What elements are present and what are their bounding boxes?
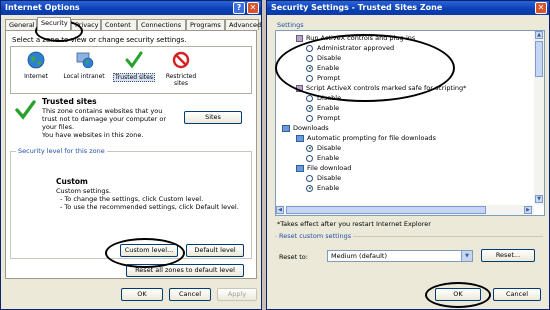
radio-option[interactable]: Enable xyxy=(306,103,339,113)
radio-unselected-icon[interactable] xyxy=(306,174,313,182)
scroll-up-icon[interactable]: ▲ xyxy=(535,31,543,39)
reset-group-label: Reset custom settings xyxy=(277,232,354,240)
radio-option[interactable]: Prompt xyxy=(306,113,340,123)
zone-local-intranet[interactable]: Local intranet xyxy=(61,51,107,89)
restart-note: *Takes effect after you restart Internet… xyxy=(277,220,431,228)
security-cancel-button[interactable]: Cancel xyxy=(493,288,541,301)
intranet-icon xyxy=(76,52,94,69)
scroll-down-icon[interactable]: ▼ xyxy=(535,195,543,203)
reset-to-select-value: Medium (default) xyxy=(331,252,387,260)
zone-title: Trusted sites xyxy=(42,97,97,106)
scroll-left-icon[interactable]: ◀ xyxy=(276,206,284,214)
reset-button[interactable]: Reset... xyxy=(481,249,535,262)
level-title: Custom xyxy=(56,177,88,186)
tab-connections[interactable]: Connections xyxy=(137,19,186,30)
horizontal-scroll-thumb[interactable] xyxy=(286,206,486,214)
setting-category-icon xyxy=(296,34,303,42)
sites-button[interactable]: Sites xyxy=(184,111,242,124)
close-icon[interactable]: ✕ xyxy=(535,2,547,14)
ok-button[interactable]: OK xyxy=(121,288,163,301)
internet-options-titlebar[interactable]: Internet Options ? ✕ xyxy=(1,1,261,15)
vertical-scroll-thumb[interactable] xyxy=(535,41,543,77)
radio-option[interactable]: Enable xyxy=(306,183,339,193)
default-level-button[interactable]: Default level xyxy=(186,244,244,257)
zone-desc-line-1: This zone contains websites that you xyxy=(42,107,163,115)
reset-to-label: Reset to: xyxy=(279,253,308,261)
download-setting-icon xyxy=(296,134,304,142)
reset-to-select[interactable]: Medium (default) ▼ xyxy=(327,250,473,262)
vertical-scrollbar[interactable]: ▲ ▼ xyxy=(534,31,544,205)
zone-restricted-sites-label: Restricted sites xyxy=(165,73,197,87)
zone-internet[interactable]: Internet xyxy=(19,51,53,89)
horizontal-scrollbar[interactable]: ◀ ▶ xyxy=(276,205,534,215)
level-desc-line-1: Custom settings. xyxy=(56,187,111,195)
tree-row-label: Downloads xyxy=(293,124,329,132)
radio-selected-icon[interactable] xyxy=(306,144,313,152)
tree-row-label: Disable xyxy=(317,174,342,182)
zone-desc-line-2: trust not to damage your computer or xyxy=(42,115,167,123)
tree-row-label: Automatic prompting for file downloads xyxy=(307,134,436,142)
tab-programs[interactable]: Programs xyxy=(186,19,225,30)
zone-restricted-sites[interactable]: Restricted sites xyxy=(161,51,201,89)
scroll-right-icon[interactable]: ▶ xyxy=(524,206,532,214)
tab-security[interactable]: Security xyxy=(37,17,71,30)
download-setting-icon xyxy=(296,164,304,172)
annotation-circle-custom-level xyxy=(105,238,185,268)
tab-general[interactable]: General xyxy=(5,19,37,30)
annotation-circle-ok-button xyxy=(425,282,491,308)
close-icon[interactable]: ✕ xyxy=(247,2,259,14)
tab-strip: General Security Privacy Content Connect… xyxy=(5,17,261,30)
level-group-label: Security level for this zone xyxy=(16,147,107,155)
zone-local-intranet-label: Local intranet xyxy=(63,73,105,80)
level-desc-line-3: - To use the recommended settings, click… xyxy=(60,203,239,211)
tree-row-label: File download xyxy=(307,164,352,172)
tree-row-label: Disable xyxy=(317,144,342,152)
tree-subcategory: Automatic prompting for file downloads xyxy=(296,133,436,143)
tab-content[interactable]: Content xyxy=(101,19,137,30)
zone-desc-line-4: You have websites in this zone. xyxy=(42,131,144,139)
apply-button[interactable]: Apply xyxy=(217,288,257,301)
globe-icon xyxy=(27,51,45,69)
radio-option[interactable]: Disable xyxy=(306,173,341,183)
window-title: Internet Options xyxy=(5,3,80,12)
tree-category: Downloads xyxy=(282,123,329,133)
radio-selected-icon[interactable] xyxy=(306,104,313,112)
radio-unselected-icon[interactable] xyxy=(306,154,313,162)
zone-desc-line-3: your files. xyxy=(42,123,75,131)
radio-option[interactable]: Enable xyxy=(306,153,339,163)
zone-list[interactable]: Internet Local intranet Trusted sites Re… xyxy=(10,46,252,94)
cancel-button[interactable]: Cancel xyxy=(169,288,211,301)
tree-row-label: Prompt xyxy=(317,114,341,122)
green-check-icon xyxy=(125,51,143,69)
tree-subcategory: File download xyxy=(296,163,351,173)
radio-option[interactable]: Disable xyxy=(306,143,341,153)
trusted-check-icon xyxy=(15,100,36,120)
tree-row-label: Enable xyxy=(317,184,340,192)
help-icon[interactable]: ? xyxy=(233,2,245,14)
zone-trusted-sites[interactable]: Trusted sites xyxy=(113,51,155,89)
radio-unselected-icon[interactable] xyxy=(306,114,313,122)
restricted-icon xyxy=(172,51,190,69)
dialog-title: Security Settings - Trusted Sites Zone xyxy=(271,3,443,12)
tree-row-label: Enable xyxy=(317,154,340,162)
internet-options-window: Internet Options ? ✕ General Security Pr… xyxy=(0,0,262,310)
radio-selected-icon[interactable] xyxy=(306,184,313,192)
tab-advanced[interactable]: Advanced xyxy=(225,19,261,30)
security-settings-window: Security Settings - Trusted Sites Zone ✕… xyxy=(266,0,550,310)
chevron-down-icon[interactable]: ▼ xyxy=(461,251,472,261)
settings-label: Settings xyxy=(277,21,304,29)
level-desc-line-2: - To change the settings, click Custom l… xyxy=(60,195,204,203)
annotation-circle-activex-options xyxy=(275,34,455,102)
zone-internet-label: Internet xyxy=(24,73,48,80)
tree-row-label: Enable xyxy=(317,104,340,112)
security-settings-titlebar[interactable]: Security Settings - Trusted Sites Zone ✕ xyxy=(267,1,549,15)
downloads-icon xyxy=(282,124,290,132)
zone-trusted-sites-label: Trusted sites xyxy=(113,73,155,82)
